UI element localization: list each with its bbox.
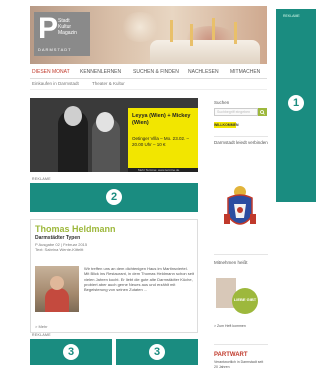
ad-slot-2-banner[interactable]: 2	[30, 183, 198, 212]
divider	[214, 136, 268, 137]
search-icon	[260, 109, 265, 115]
partwert-title[interactable]: PARTWART	[214, 352, 248, 358]
teaser-info-box: Leyya (Wien) + Mickey (Wien) Oetinger Vi…	[128, 108, 198, 168]
darmstadt-crest-icon[interactable]	[220, 184, 260, 234]
ad-slot-3-left[interactable]: 3	[30, 339, 112, 365]
nav-item-nachlesen[interactable]: NACHLESEN	[188, 69, 219, 75]
search-input[interactable]: Suchbegriff eingeben	[214, 108, 258, 116]
ad-label: REKLAME	[283, 14, 300, 18]
teaser-photo-head	[96, 112, 114, 132]
search-placeholder: Suchbegriff eingeben	[217, 110, 251, 114]
main-navigation: DIESEN MONAT KENNENLERNEN SUCHEN & FINDE…	[30, 66, 267, 79]
ad-slot-number-badge: 1	[288, 95, 304, 111]
ad-slot-1-skyscraper[interactable]: 1	[276, 9, 316, 202]
nav-item-suchen-finden[interactable]: SUCHEN & FINDEN	[133, 69, 179, 75]
header-photo-candle	[212, 18, 215, 40]
website: P Stadt Kultur Magazin DARMSTADT DIESEN …	[30, 6, 268, 369]
site-header: P Stadt Kultur Magazin DARMSTADT	[30, 6, 267, 64]
page: 1 REKLAME P Stadt Kultur Magazin DARMSTA…	[0, 0, 324, 370]
divider	[214, 344, 268, 345]
search-button[interactable]	[258, 108, 267, 116]
sticker-link[interactable]: > Zum Heft kommen	[214, 324, 246, 328]
welcome-button[interactable]: WILLKOMMEN	[214, 122, 239, 128]
ad-label: REKLAME	[32, 177, 51, 181]
site-logo[interactable]: P Stadt Kultur Magazin DARMSTADT	[34, 12, 90, 56]
sticker-badge[interactable]: LIEBE GIBT	[232, 288, 258, 314]
header-photo-cake	[150, 40, 260, 64]
logo-city: DARMSTADT	[38, 47, 72, 52]
logo-letter: P	[38, 12, 59, 45]
ad-slot-number-badge: 2	[106, 189, 122, 205]
ad-slot-3-right[interactable]: 3	[116, 339, 198, 365]
logo-line: Magazin	[58, 30, 77, 36]
ad-slot-number-badge: 3	[149, 344, 165, 360]
sidebar: Suchen Suchbegriff eingeben WILLKOMMEN D…	[214, 98, 268, 369]
header-photo-candle	[170, 20, 173, 42]
nav-item-diesen-monat[interactable]: DIESEN MONAT	[32, 69, 70, 75]
breadcrumb: Einkaufen in Darmstadt Theater & Kultur	[30, 79, 267, 90]
article-photo[interactable]	[35, 266, 79, 312]
nav-item-mitmachen[interactable]: MITMACHEN	[230, 69, 260, 75]
sticker-caption: Mitnehmen heißt	[214, 260, 248, 265]
header-photo-candle	[190, 24, 193, 46]
crest-caption: Darmstadt leiedt verbinden	[214, 140, 268, 145]
breadcrumb-item[interactable]: Einkaufen in Darmstadt	[32, 81, 79, 86]
teaser-more-bar[interactable]: Mehr Termine: www.termine.de	[128, 168, 198, 172]
ad-label: REKLAME	[32, 333, 51, 337]
sticker-text: LIEBE GIBT	[233, 297, 257, 302]
teaser-title: Leyya (Wien) + Mickey (Wien)	[132, 113, 191, 126]
article-teaser[interactable]: Thomas Heldmann Darmstädter Typen P Ausg…	[30, 219, 198, 333]
breadcrumb-item[interactable]: Theater & Kultur	[92, 81, 125, 86]
event-teaser[interactable]: Leyya (Wien) + Mickey (Wien) Oetinger Vi…	[30, 98, 198, 172]
article-excerpt: Wir treffen uns an dem dichtenigen Haus …	[84, 266, 194, 293]
nav-item-kennenlernen[interactable]: KENNENLERNEN	[80, 69, 121, 75]
ad-slot-number-badge: 3	[63, 344, 79, 360]
header-photo-candle	[234, 22, 237, 44]
photo-person-head	[50, 276, 64, 290]
teaser-more-text: Mehr Termine: www.termine.de	[138, 168, 180, 172]
article-author: Text: Sabrina Wente-Kitteltt	[35, 247, 84, 252]
article-subtitle: Darmstädter Typen	[35, 235, 81, 241]
read-more-link[interactable]: > Mehr	[35, 324, 48, 329]
article-title[interactable]: Thomas Heldmann	[35, 224, 116, 234]
partwert-subtitle: Verantwortlich in Darmstadt seit 20 Jahr…	[214, 360, 264, 369]
divider	[214, 254, 268, 255]
teaser-meta: Oetinger Villa – Mo. 23.02. – 20.00 Uhr …	[132, 136, 189, 147]
search-label: Suchen	[214, 100, 230, 105]
background-photo-highlight	[120, 12, 160, 42]
photo-person-body	[45, 288, 69, 312]
teaser-photo-head	[64, 106, 82, 126]
